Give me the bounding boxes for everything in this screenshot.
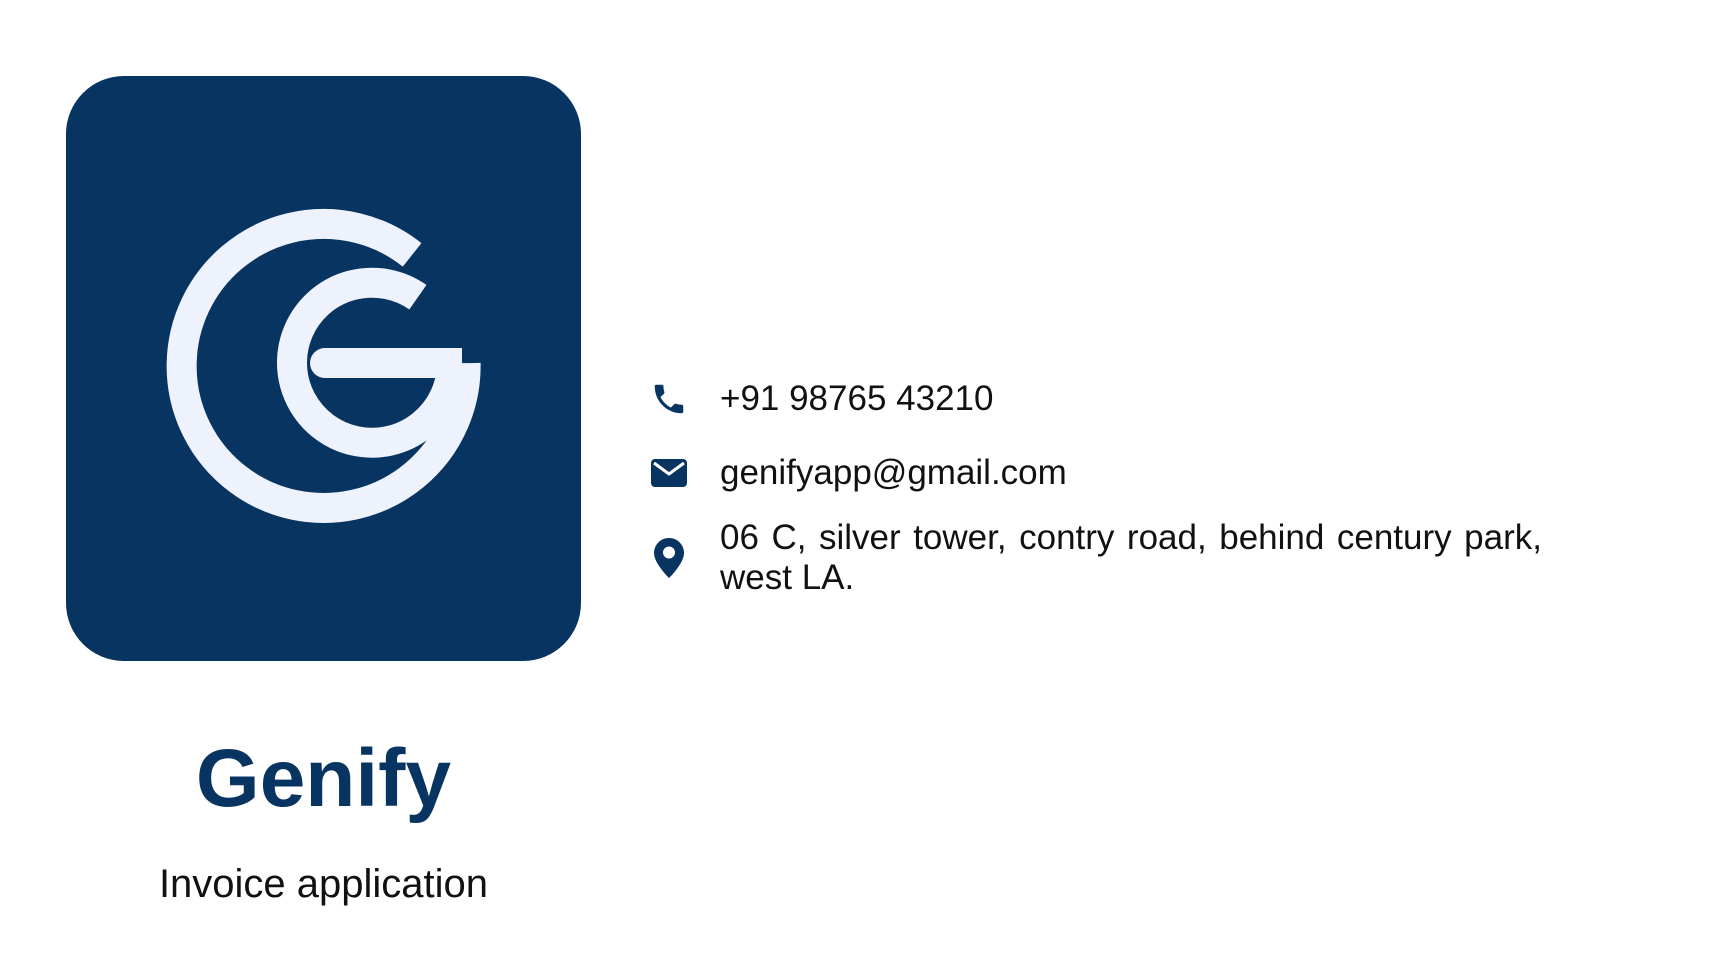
app-logo-tile — [66, 76, 581, 661]
email-address[interactable]: genifyapp@gmail.com — [720, 453, 1067, 493]
phone-icon — [644, 380, 694, 418]
brand-tagline: Invoice application — [158, 862, 489, 906]
contact-list: +91 98765 43210 genifyapp@gmail.com 06 C… — [644, 370, 1544, 598]
contact-phone: +91 98765 43210 — [644, 370, 1544, 428]
contact-address: 06 C, silver tower, contry road, behind … — [644, 518, 1544, 598]
brand-name: Genify — [195, 733, 452, 824]
genify-g-logo-icon — [166, 209, 481, 523]
location-pin-icon — [644, 538, 694, 578]
contact-email: genifyapp@gmail.com — [644, 444, 1544, 502]
envelope-icon — [644, 459, 694, 487]
postal-address: 06 C, silver tower, contry road, behind … — [720, 518, 1542, 597]
phone-number[interactable]: +91 98765 43210 — [720, 379, 993, 419]
